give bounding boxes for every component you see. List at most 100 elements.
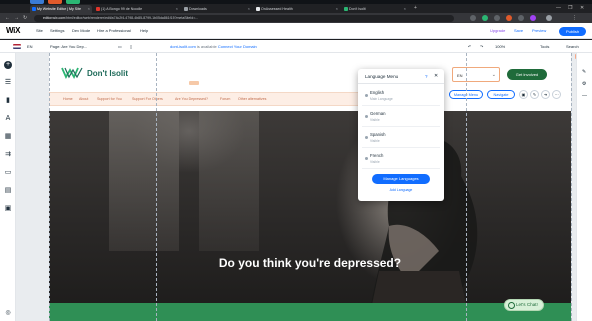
browser-menu-icon[interactable]: ⋮ bbox=[572, 14, 577, 22]
redo-icon[interactable]: ↷ bbox=[480, 44, 483, 49]
preview-button[interactable]: Preview bbox=[532, 28, 546, 33]
connect-domain-link[interactable]: Connect Your Domain bbox=[218, 44, 257, 49]
search-button[interactable]: Search bbox=[566, 44, 579, 49]
back-icon[interactable]: ← bbox=[5, 14, 10, 22]
edit-pen-icon[interactable]: ✎ bbox=[582, 69, 586, 75]
menu-hire-professional[interactable]: Hire a Professional bbox=[97, 28, 131, 33]
new-tab-icon[interactable]: + bbox=[414, 4, 417, 13]
add-elements-icon[interactable]: + bbox=[4, 61, 12, 69]
help-icon[interactable]: ◎ bbox=[4, 309, 12, 317]
menu-dev-mode[interactable]: Dev Mode bbox=[72, 28, 90, 33]
extension-icon[interactable] bbox=[470, 15, 476, 21]
grid-line bbox=[49, 53, 50, 321]
nav-support-for-you[interactable]: Support for You bbox=[97, 97, 122, 101]
settings-icon[interactable]: ▣ bbox=[519, 90, 528, 99]
language-item-french[interactable]: French Visible bbox=[362, 150, 440, 169]
nav-home[interactable]: Home bbox=[63, 97, 73, 101]
chat-icon bbox=[508, 302, 515, 309]
language-item-german[interactable]: German Visible bbox=[362, 108, 440, 127]
profile-avatar[interactable] bbox=[546, 15, 552, 21]
extension-icon[interactable] bbox=[482, 15, 488, 21]
tab-label: My Website Editor | My Site bbox=[37, 7, 82, 11]
language-item-english[interactable]: English Main Language bbox=[362, 87, 440, 106]
upgrade-link[interactable]: Upgrade bbox=[490, 28, 505, 33]
tools-button[interactable]: Tools bbox=[540, 44, 549, 49]
language-dropdown[interactable]: EN ⌄ bbox=[452, 67, 500, 82]
close-icon[interactable]: × bbox=[404, 5, 406, 13]
drag-handle-icon[interactable] bbox=[365, 157, 368, 160]
close-icon[interactable]: ✕ bbox=[434, 73, 438, 79]
browser-tab[interactable]: Don't Isolit × bbox=[342, 5, 408, 13]
extension-icon[interactable] bbox=[494, 15, 500, 21]
close-window-button[interactable]: ✕ bbox=[580, 4, 584, 13]
reload-icon[interactable]: ↻ bbox=[23, 14, 27, 22]
address-bar[interactable]: editor.wix.com/html/editor/web/renderer/… bbox=[34, 14, 454, 22]
more-icon[interactable]: ⋯ bbox=[552, 90, 561, 99]
business-icon[interactable]: ⇉ bbox=[4, 151, 12, 159]
menu-site[interactable]: Site bbox=[36, 28, 43, 33]
animation-icon[interactable]: ➜ bbox=[541, 90, 550, 99]
extension-icon[interactable] bbox=[518, 15, 524, 21]
browser-tab[interactable]: My Website Editor | My Site × bbox=[30, 5, 92, 13]
help-icon[interactable]: ? bbox=[425, 74, 428, 79]
forward-icon[interactable]: → bbox=[14, 14, 19, 22]
get-involved-button[interactable]: Get Involved bbox=[507, 69, 547, 80]
pages-menu-icon[interactable]: ☰ bbox=[4, 79, 12, 87]
browser-tab[interactable]: (1) A Bongo 99 de Noodle × bbox=[94, 5, 180, 13]
nav-other-alternatives[interactable]: Other alternatives bbox=[238, 97, 266, 101]
maximize-button[interactable]: ❐ bbox=[568, 4, 572, 13]
close-icon[interactable]: × bbox=[176, 5, 178, 13]
brand-logo-icon bbox=[61, 67, 83, 79]
menu-settings[interactable]: Settings bbox=[50, 28, 64, 33]
extension-icon[interactable] bbox=[530, 15, 536, 21]
desktop-view-icon[interactable]: ▭ bbox=[118, 44, 122, 49]
wix-logo[interactable]: WiX bbox=[6, 26, 20, 35]
nav-about[interactable]: About bbox=[79, 97, 88, 101]
zoom-level[interactable]: 100% bbox=[495, 44, 505, 49]
apps-icon[interactable]: ▦ bbox=[4, 133, 12, 141]
nav-are-you-depressed[interactable]: Are You Depressed? bbox=[175, 97, 208, 101]
editor-canvas: Don't Isolit Home About Support for You … bbox=[16, 53, 592, 321]
browser-tab[interactable]: OnAssessed Health × bbox=[254, 5, 340, 13]
mobile-view-icon[interactable]: ▯ bbox=[130, 44, 132, 49]
drag-handle-icon[interactable] bbox=[365, 94, 368, 97]
undo-icon[interactable]: ↶ bbox=[468, 44, 471, 49]
language-item-spanish[interactable]: Spanish Visible bbox=[362, 129, 440, 148]
site-nav[interactable]: Home About Support for You Support For O… bbox=[49, 92, 409, 106]
publish-button[interactable]: Publish bbox=[559, 26, 586, 36]
blog-icon[interactable]: ▤ bbox=[4, 187, 12, 195]
browser-tab-strip: My Website Editor | My Site × (1) A Bong… bbox=[0, 4, 592, 13]
nav-support-for-others[interactable]: Support For Others bbox=[132, 97, 163, 101]
drag-handle-icon[interactable] bbox=[365, 115, 368, 118]
nav-forum[interactable]: Forum bbox=[220, 97, 230, 101]
design-pen-icon[interactable]: ✎ bbox=[530, 90, 539, 99]
close-icon[interactable]: × bbox=[88, 5, 90, 13]
theme-icon[interactable]: A bbox=[4, 115, 12, 123]
menu-help[interactable]: Help bbox=[140, 28, 148, 33]
site-header[interactable]: Don't Isolit Home About Support for You … bbox=[49, 53, 592, 111]
site-design-icon[interactable]: ▮ bbox=[4, 97, 12, 105]
close-icon[interactable]: × bbox=[336, 5, 338, 13]
close-icon[interactable]: × bbox=[248, 5, 250, 13]
language-status: Visible bbox=[370, 139, 380, 143]
add-language-link[interactable]: Add Language bbox=[358, 188, 444, 192]
settings-gear-icon[interactable]: ⚙ bbox=[582, 81, 586, 87]
media-icon[interactable]: ▭ bbox=[4, 169, 12, 177]
page-selector[interactable]: Page: Are You Dep... bbox=[50, 44, 87, 49]
language-switcher[interactable]: EN bbox=[27, 44, 33, 49]
hero-section[interactable]: Do you think you're depressed? bbox=[49, 111, 571, 321]
manage-languages-button[interactable]: Manage Languages bbox=[372, 174, 430, 184]
hero-title[interactable]: Do you think you're depressed? bbox=[49, 256, 571, 270]
collapse-icon[interactable]: — bbox=[582, 93, 587, 99]
store-icon[interactable]: ▣ bbox=[4, 205, 12, 213]
brand-name[interactable]: Don't Isolit bbox=[87, 69, 128, 78]
save-button[interactable]: Save bbox=[514, 28, 523, 33]
chat-button[interactable]: Let's Chat! bbox=[504, 299, 544, 311]
navigate-button[interactable]: Navigate bbox=[487, 90, 515, 99]
extension-icon[interactable] bbox=[506, 15, 512, 21]
drag-handle-icon[interactable] bbox=[365, 136, 368, 139]
grid-line bbox=[571, 53, 572, 321]
minimize-button[interactable]: — bbox=[556, 4, 561, 13]
wix-top-bar: WiX Site Settings Dev Mode Hire a Profes… bbox=[0, 23, 592, 39]
browser-tab[interactable]: Downloads × bbox=[182, 5, 252, 13]
